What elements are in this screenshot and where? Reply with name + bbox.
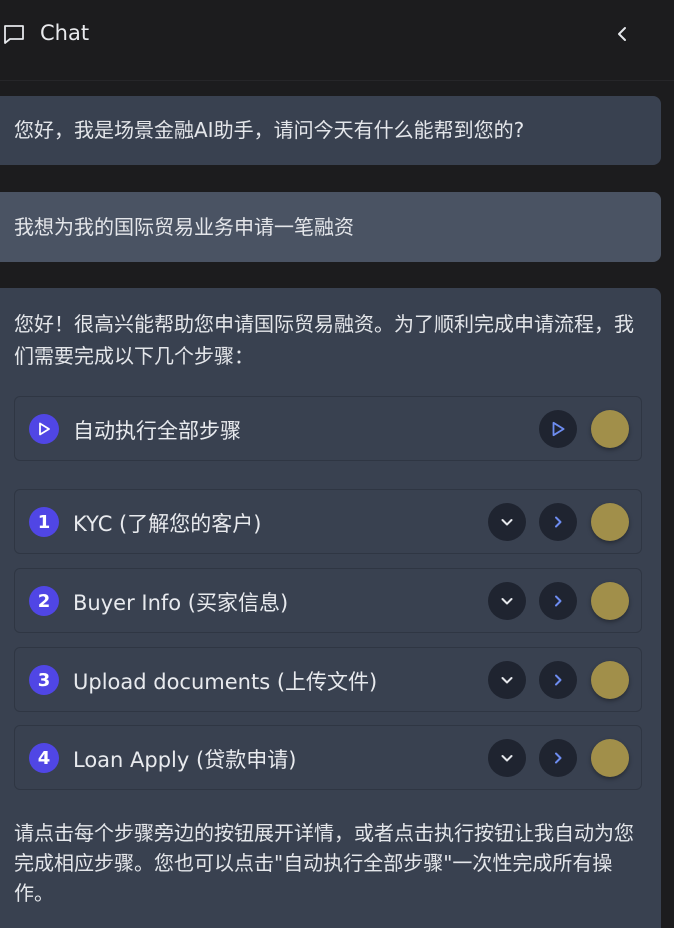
step-row-buyer-info[interactable]: 2 Buyer Info (买家信息): [14, 568, 642, 633]
user-message: 我想为我的国际贸易业务申请一笔融资: [0, 192, 661, 262]
chevron-right-icon: [555, 752, 562, 764]
chevron-right-icon: [555, 674, 562, 686]
chat-header: Chat: [0, 0, 674, 81]
step-label: KYC (了解您的客户): [73, 512, 262, 536]
execute-step-button[interactable]: [539, 661, 577, 699]
chevron-right-icon: [555, 516, 562, 528]
step-row-kyc[interactable]: 1 KYC (了解您的客户): [14, 489, 642, 554]
expand-step-button[interactable]: [488, 739, 526, 777]
assistant-greeting-message: 您好，我是场景金融AI助手，请问今天有什么能帮到您的?: [0, 96, 661, 165]
step-number-badge: 4: [29, 743, 59, 773]
chevron-down-icon: [501, 519, 513, 526]
status-dot[interactable]: [591, 582, 629, 620]
step-label: Buyer Info (买家信息): [73, 591, 289, 615]
play-icon: [29, 414, 59, 444]
reply-outro-text: 请点击每个步骤旁边的按钮展开详情，或者点击执行按钮让我自动为您完成相应步骤。您也…: [14, 821, 634, 905]
message-text: 我想为我的国际贸易业务申请一笔融资: [14, 215, 354, 239]
execute-step-button[interactable]: [539, 503, 577, 541]
step-label: Loan Apply (贷款申请): [73, 748, 297, 772]
auto-run-all-row[interactable]: 自动执行全部步骤: [14, 396, 642, 461]
run-all-button[interactable]: [539, 410, 577, 448]
chat-bubble-icon: [4, 25, 24, 44]
chevron-left-icon[interactable]: [612, 23, 634, 45]
chevron-right-icon: [555, 595, 562, 607]
chat-title: Chat: [40, 21, 90, 45]
status-dot[interactable]: [591, 503, 629, 541]
status-dot[interactable]: [591, 661, 629, 699]
step-label: Upload documents (上传文件): [73, 670, 378, 694]
auto-run-label: 自动执行全部步骤: [73, 419, 241, 443]
chevron-down-icon: [501, 598, 513, 605]
step-row-loan-apply[interactable]: 4 Loan Apply (贷款申请): [14, 725, 642, 790]
play-icon: [552, 421, 565, 437]
step-row-upload-documents[interactable]: 3 Upload documents (上传文件): [14, 647, 642, 712]
chevron-down-icon: [501, 755, 513, 762]
step-number-badge: 2: [29, 586, 59, 616]
status-dot[interactable]: [591, 410, 629, 448]
reply-intro-text: 您好！很高兴能帮助您申请国际贸易融资。为了顺利完成申请流程，我们需要完成以下几个…: [14, 312, 634, 368]
execute-step-button[interactable]: [539, 739, 577, 777]
message-text: 您好，我是场景金融AI助手，请问今天有什么能帮到您的?: [14, 118, 525, 142]
step-number-badge: 3: [29, 665, 59, 695]
expand-step-button[interactable]: [488, 503, 526, 541]
status-dot[interactable]: [591, 739, 629, 777]
step-number-badge: 1: [29, 507, 59, 537]
execute-step-button[interactable]: [539, 582, 577, 620]
chevron-down-icon: [501, 677, 513, 684]
expand-step-button[interactable]: [488, 661, 526, 699]
expand-step-button[interactable]: [488, 582, 526, 620]
assistant-reply-message: 您好！很高兴能帮助您申请国际贸易融资。为了顺利完成申请流程，我们需要完成以下几个…: [0, 288, 661, 928]
